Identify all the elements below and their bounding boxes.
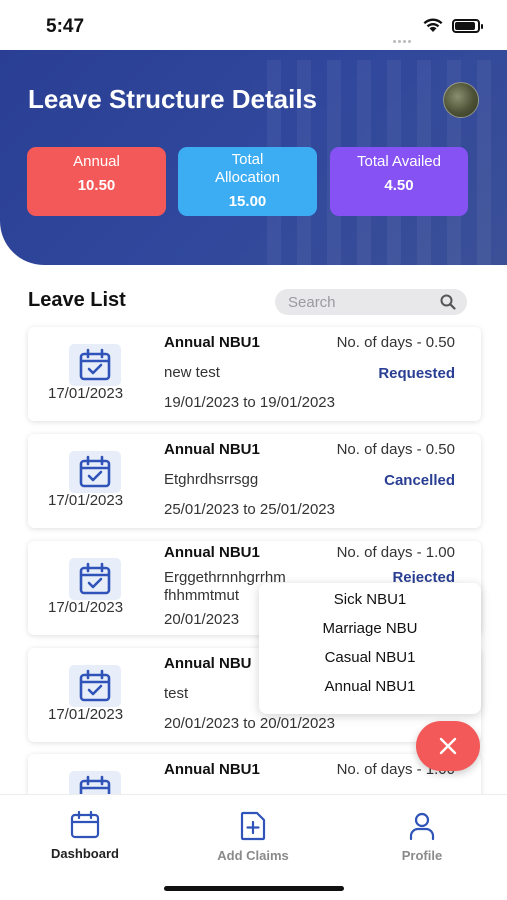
applied-date: 17/01/2023 bbox=[48, 385, 124, 402]
add-document-icon bbox=[240, 811, 266, 841]
cellular-icon bbox=[393, 30, 415, 43]
leave-date-range: 20/01/2023 to 20/01/2023 bbox=[164, 715, 335, 732]
tab-profile[interactable]: Profile bbox=[362, 811, 482, 863]
tab-label: Dashboard bbox=[51, 846, 119, 861]
applied-date: 17/01/2023 bbox=[48, 706, 124, 723]
wifi-icon bbox=[423, 18, 443, 32]
close-icon bbox=[439, 737, 457, 755]
leave-days: No. of days - 0.50 bbox=[336, 334, 455, 351]
tab-add-claims[interactable]: Add Claims bbox=[193, 811, 313, 863]
status-badge: Requested bbox=[378, 365, 455, 382]
search-bar bbox=[275, 289, 467, 315]
header-banner: Leave Structure Details Annual 10.50 Tot… bbox=[0, 50, 507, 265]
search-icon[interactable] bbox=[440, 294, 456, 310]
status-time: 5:47 bbox=[46, 16, 85, 37]
leave-card[interactable]: 17/01/2023 Annual NBU1 No. of days - 0.5… bbox=[28, 327, 481, 421]
calendar-check-icon bbox=[69, 558, 121, 600]
menu-item-sick[interactable]: Sick NBU1 bbox=[259, 585, 481, 614]
battery-icon bbox=[452, 19, 483, 33]
stat-card-annual: Annual 10.50 bbox=[27, 147, 166, 216]
leave-date-range: 25/01/2023 to 25/01/2023 bbox=[164, 501, 335, 518]
calendar-icon bbox=[70, 811, 100, 839]
stat-label: Annual bbox=[73, 153, 120, 170]
avatar[interactable] bbox=[443, 82, 479, 118]
calendar-check-icon bbox=[69, 665, 121, 707]
search-input[interactable] bbox=[275, 289, 425, 315]
leave-days: No. of days - 1.00 bbox=[336, 544, 455, 561]
tab-label: Add Claims bbox=[217, 848, 289, 863]
status-badge: Cancelled bbox=[384, 472, 455, 489]
applied-date: 17/01/2023 bbox=[48, 599, 124, 616]
leave-type-menu: Sick NBU1 Marriage NBU Casual NBU1 Annua… bbox=[259, 583, 481, 714]
home-indicator bbox=[164, 886, 344, 891]
calendar-check-icon bbox=[69, 344, 121, 386]
stat-label: Total Availed bbox=[357, 153, 441, 170]
stat-value: 15.00 bbox=[228, 193, 267, 210]
leave-list-title: Leave List bbox=[28, 289, 126, 311]
stat-value: 4.50 bbox=[384, 177, 414, 194]
menu-item-marriage[interactable]: Marriage NBU bbox=[259, 614, 481, 643]
leave-type: Annual NBU1 bbox=[164, 544, 260, 561]
app-screen: 5:47 Leave Structure Details Annual 10.5… bbox=[0, 0, 507, 900]
menu-item-annual[interactable]: Annual NBU1 bbox=[259, 672, 481, 701]
close-fab-button[interactable] bbox=[416, 721, 480, 771]
tab-label: Profile bbox=[401, 848, 443, 863]
leave-date-range: 20/01/2023 bbox=[164, 611, 240, 628]
bottom-tab-bar: Dashboard Add Claims Profile bbox=[0, 794, 507, 900]
leave-date-range: 19/01/2023 to 19/01/2023 bbox=[164, 394, 335, 411]
leave-reason: test bbox=[164, 685, 189, 702]
leave-days: No. of days - 0.50 bbox=[336, 441, 455, 458]
menu-item-casual[interactable]: Casual NBU1 bbox=[259, 643, 481, 672]
stat-label: Total Allocation bbox=[214, 151, 281, 186]
status-bar: 5:47 bbox=[0, 0, 507, 50]
applied-date: 17/01/2023 bbox=[48, 492, 124, 509]
leave-card[interactable]: 17/01/2023 Annual NBU1 No. of days - 0.5… bbox=[28, 434, 481, 528]
leave-type: Annual NBU1 bbox=[164, 441, 260, 458]
leave-type: Annual NBU1 bbox=[164, 334, 260, 351]
stat-card-total-availed: Total Availed 4.50 bbox=[330, 147, 468, 216]
calendar-check-icon bbox=[69, 451, 121, 493]
tab-dashboard[interactable]: Dashboard bbox=[25, 811, 145, 861]
user-icon bbox=[409, 812, 435, 841]
leave-type: Annual NBU bbox=[164, 655, 252, 672]
leave-reason: Etghrdhsrrsgg bbox=[164, 471, 259, 488]
page-title: Leave Structure Details bbox=[28, 84, 318, 114]
stat-value: 10.50 bbox=[77, 177, 116, 194]
leave-reason: new test bbox=[164, 364, 220, 381]
leave-type: Annual NBU1 bbox=[164, 761, 260, 778]
stat-card-total-allocation: Total Allocation 15.00 bbox=[178, 147, 317, 216]
